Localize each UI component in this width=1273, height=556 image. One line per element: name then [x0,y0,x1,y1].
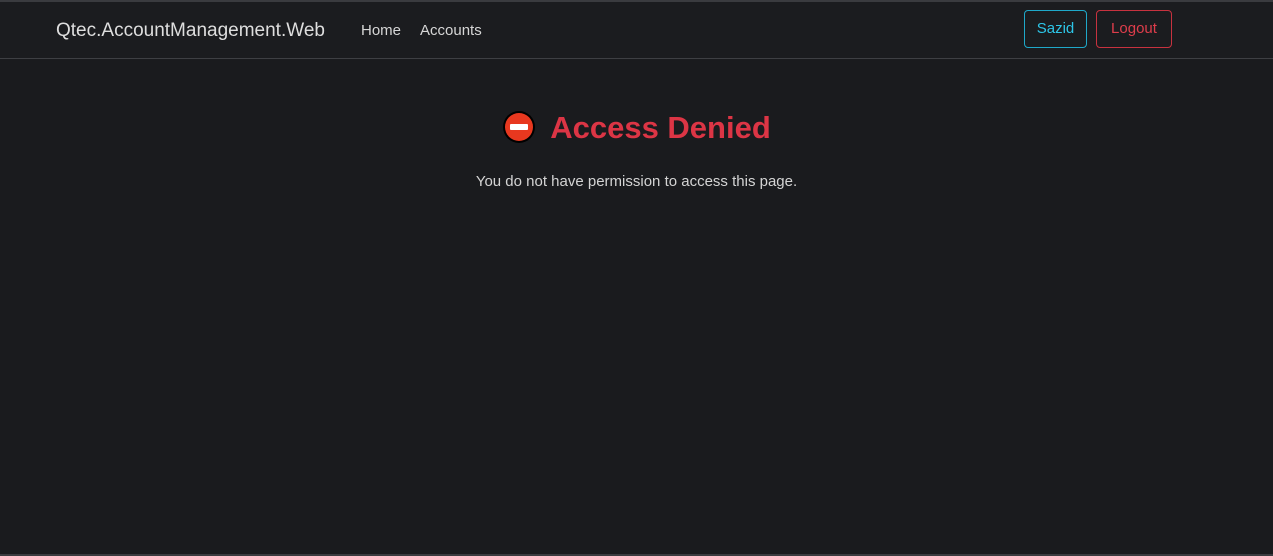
nav-link-home[interactable]: Home [361,21,401,41]
page: Qtec.AccountManagement.Web Home Accounts… [0,0,1273,556]
page-title: Access Denied [0,109,1273,147]
permission-message: You do not have permission to access thi… [475,173,798,190]
navbar-brand[interactable]: Qtec.AccountManagement.Web [56,19,325,43]
navbar: Qtec.AccountManagement.Web Home Accounts… [0,2,1273,59]
nav-link-accounts[interactable]: Accounts [420,21,482,41]
logout-button[interactable]: Logout [1096,10,1172,48]
user-profile-button[interactable]: Sazid [1024,10,1087,48]
no-entry-icon [502,110,536,144]
page-title-text: Access Denied [550,110,771,145]
